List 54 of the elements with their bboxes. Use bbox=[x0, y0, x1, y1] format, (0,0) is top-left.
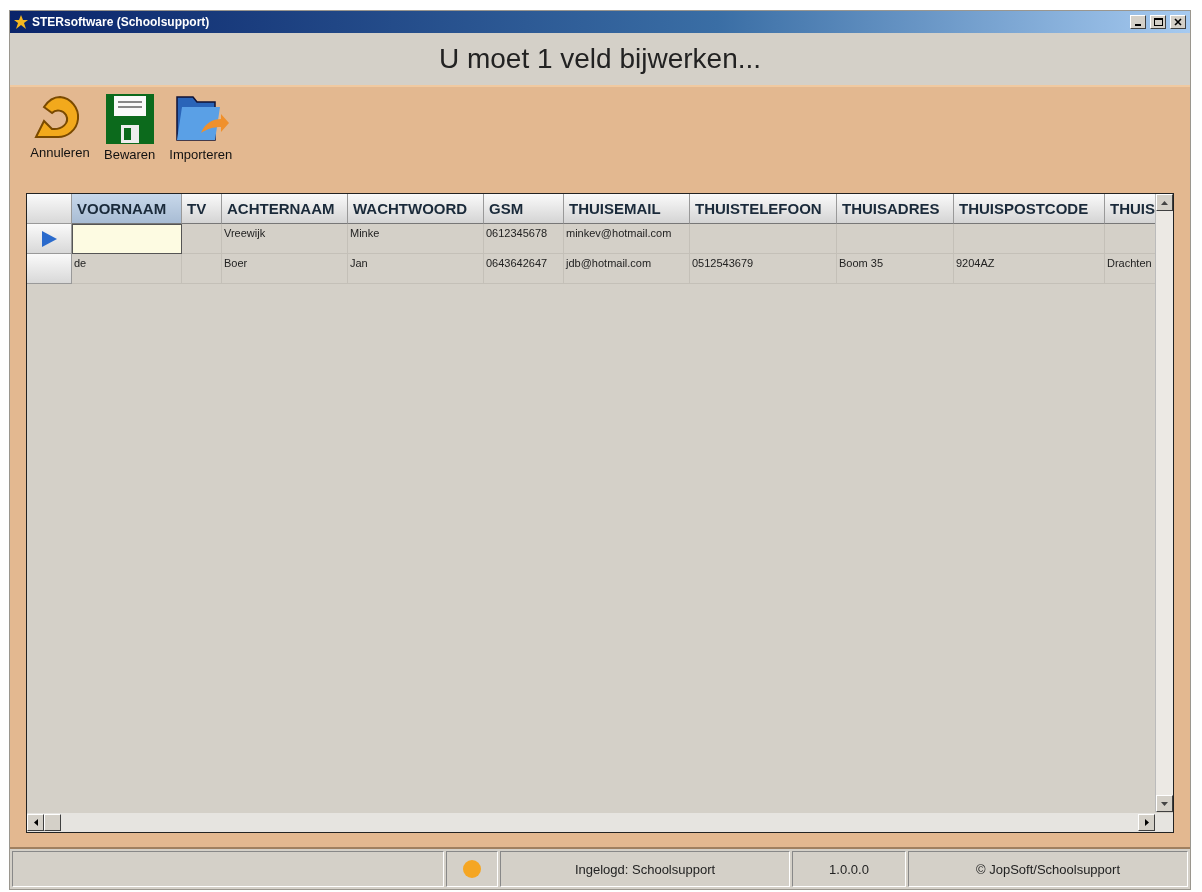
table-cell: Jan bbox=[348, 254, 484, 284]
corner-header bbox=[27, 194, 72, 224]
column-header[interactable]: GSM bbox=[484, 194, 564, 224]
maximize-button[interactable] bbox=[1150, 15, 1166, 29]
toolbar-button[interactable]: Importeren bbox=[165, 93, 237, 162]
table-cell: 0612345678 bbox=[484, 224, 564, 254]
version-text: 1.0.0.0 bbox=[829, 861, 869, 877]
current-row-icon bbox=[40, 229, 58, 248]
column-header[interactable]: WACHTWOORD bbox=[348, 194, 484, 224]
left-arrow-icon bbox=[33, 819, 38, 826]
table-cell bbox=[182, 224, 222, 254]
toolbar-button[interactable]: Annuleren bbox=[26, 93, 94, 160]
down-arrow-icon bbox=[1161, 801, 1168, 806]
scroll-up-button[interactable] bbox=[1156, 194, 1173, 211]
horizontal-scrollbar[interactable] bbox=[27, 813, 1173, 832]
column-header[interactable]: THUISADRES bbox=[837, 194, 954, 224]
table-cell: Boom 35 bbox=[837, 254, 954, 284]
table-cell: Vreewijk bbox=[222, 224, 348, 254]
column-header[interactable]: VOORNAAM bbox=[72, 194, 182, 224]
star-icon bbox=[14, 15, 28, 29]
scroll-left-button[interactable] bbox=[27, 814, 44, 831]
close-icon bbox=[1174, 18, 1182, 26]
status-light-icon bbox=[462, 859, 482, 879]
column-header[interactable]: THUISTELEFOON bbox=[690, 194, 837, 224]
table-cell: minkev@hotmail.com bbox=[564, 224, 690, 254]
cell-editor[interactable] bbox=[72, 224, 182, 254]
scroll-down-button[interactable] bbox=[1156, 795, 1173, 812]
toolbar-button[interactable]: Bewaren bbox=[100, 93, 160, 162]
table-cell: 9204AZ bbox=[954, 254, 1105, 284]
maximize-icon bbox=[1153, 18, 1163, 26]
vertical-scrollbar[interactable] bbox=[1155, 194, 1173, 812]
column-header[interactable]: ACHTERNAAM bbox=[222, 194, 348, 224]
up-arrow-icon bbox=[1161, 200, 1168, 205]
right-arrow-icon bbox=[1144, 819, 1149, 826]
table-cell: jdb@hotmail.com bbox=[564, 254, 690, 284]
copyright-text: © JopSoft/Schoolsupport bbox=[976, 861, 1120, 877]
table-cell bbox=[182, 254, 222, 284]
scroll-thumb[interactable] bbox=[44, 814, 61, 831]
column-header[interactable]: TV bbox=[182, 194, 222, 224]
scroll-right-button[interactable] bbox=[1138, 814, 1155, 831]
row-header[interactable] bbox=[27, 224, 72, 254]
column-header[interactable]: THUIS bbox=[1105, 194, 1157, 224]
table-cell: de bbox=[72, 254, 182, 284]
minimize-button[interactable] bbox=[1130, 15, 1146, 29]
column-header[interactable]: THUISEMAIL bbox=[564, 194, 690, 224]
table-cell: Minke bbox=[348, 224, 484, 254]
table-cell: 0643642647 bbox=[484, 254, 564, 284]
column-header[interactable]: THUISPOSTCODE bbox=[954, 194, 1105, 224]
login-status: Ingelogd: Schoolsupport bbox=[574, 861, 716, 877]
table-cell: Boer bbox=[222, 254, 348, 284]
table-cell: 0512543679 bbox=[690, 254, 837, 284]
window-title: STERsoftware (Schoolsupport) bbox=[32, 15, 211, 29]
row-header[interactable] bbox=[27, 254, 72, 284]
close-button[interactable] bbox=[1170, 15, 1186, 29]
